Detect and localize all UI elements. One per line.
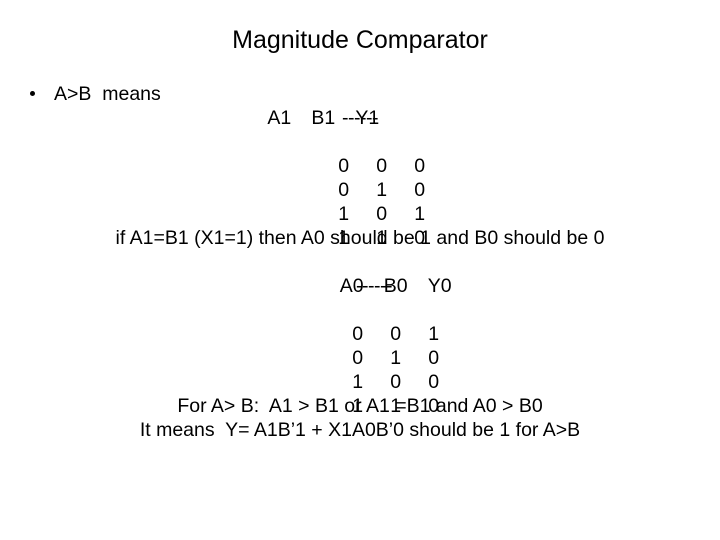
table1-cell: 1 — [338, 203, 350, 225]
table2-cell: 1 — [390, 395, 402, 417]
table2-cell: 1 — [390, 347, 402, 369]
table2-separator: ------ — [356, 275, 392, 297]
table2-cell: 1 — [352, 371, 364, 393]
table2-header-cell: Y0 — [427, 275, 452, 297]
table2-cell: 1 — [428, 323, 440, 345]
table1-cell: 1 — [414, 203, 426, 225]
table2-header-row: A0 B0 Y0 — [14, 250, 720, 297]
table1-cell: 0 — [414, 155, 426, 177]
table2-cell: 0 — [390, 371, 402, 393]
bullet-label: A>B means — [54, 83, 161, 105]
table2-cell: 0 — [352, 347, 364, 369]
table1: ------ 000 010 101 110 — [0, 106, 720, 249]
table1-cell: 1 — [338, 227, 350, 249]
table2-cell: 0 — [352, 323, 364, 345]
table2-cell: 0 — [428, 395, 440, 417]
table2-cell: 0 — [428, 371, 440, 393]
table-row: 0 0 0 — [0, 130, 720, 177]
table2-cell: 1 — [352, 395, 364, 417]
table1-cell: 0 — [338, 179, 350, 201]
table1-cell: 1 — [376, 227, 388, 249]
slide-body: A>B means A1 B1 Y1 ------ 000 010 101 110 … — [0, 82, 720, 442]
bullet-marker-icon — [30, 91, 35, 96]
slide: Magnitude Comparator A>B means A1 B1 Y1 --… — [0, 0, 720, 540]
table1-cell: 0 — [414, 179, 426, 201]
table1-cell: 0 — [376, 155, 388, 177]
table2: A0 B0 Y0 ------ 001 010 100 110 — [0, 250, 720, 417]
table1-cell: 1 — [376, 179, 388, 201]
table2-cell: 0 — [428, 347, 440, 369]
table2-cell: 0 — [390, 323, 402, 345]
page-title: Magnitude Comparator — [232, 26, 488, 54]
bullet-line: A>B means A1 B1 Y1 — [0, 82, 720, 129]
table1-cell: 0 — [414, 227, 426, 249]
table1-cell: 0 — [338, 155, 350, 177]
table1-separator: ------ — [342, 107, 378, 129]
table1-cell: 0 — [376, 203, 388, 225]
